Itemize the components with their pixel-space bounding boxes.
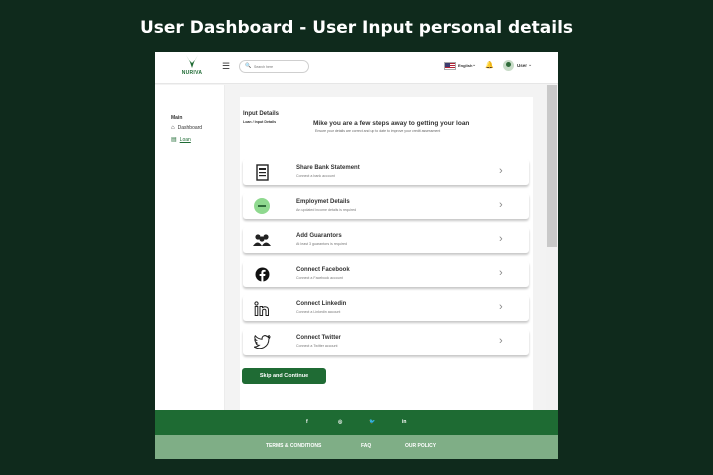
sidebar-item-label: Loan [179, 136, 191, 143]
banner-title: User Dashboard - User Input personal det… [139, 18, 574, 38]
faq-link[interactable]: FAQ [361, 443, 371, 449]
chevron-down-icon[interactable]: ⌄ [472, 62, 476, 68]
row-employment-details[interactable]: Employmet Details An updated income deta… [243, 193, 529, 219]
row-connect-linkedin[interactable]: Connect Linkedin Connect a Linkedin acco… [243, 295, 529, 321]
chevron-right-icon[interactable]: › [499, 267, 503, 279]
twitter-footer-icon[interactable]: 🐦 [369, 419, 375, 425]
app-window: NURIVA ☰ 🔍 English ⌄ 🔔 User ⌄ Main ⌂ Das… [155, 52, 558, 459]
page-title: Input Details [243, 111, 280, 117]
chevron-right-icon[interactable]: › [499, 335, 503, 347]
sidebar-section-main: Main [171, 115, 183, 121]
us-flag-icon[interactable] [444, 62, 456, 70]
row-connect-facebook[interactable]: Connect Facebook Connect a Facebook acco… [243, 261, 529, 287]
scrollbar[interactable] [546, 85, 558, 410]
row-title: Employmet Details [296, 199, 350, 205]
top-bar: NURIVA ☰ 🔍 English ⌄ 🔔 User ⌄ [155, 52, 558, 84]
linkedin-footer-icon[interactable]: in [402, 419, 406, 425]
footer-social-bar: f ◎ 🐦 in [155, 410, 558, 435]
chevron-down-icon[interactable]: ⌄ [528, 62, 532, 68]
skip-and-continue-button[interactable]: Skip and Continue [242, 368, 326, 384]
home-icon: ⌂ [171, 125, 175, 131]
linkedin-icon [253, 299, 271, 317]
chevron-right-icon[interactable]: › [499, 199, 503, 211]
logo-text: NURIVA [181, 70, 203, 76]
row-subtitle: Connect a Facebook account [296, 276, 343, 280]
sidebar-item-label: Dashboard [177, 125, 203, 131]
terms-link[interactable]: TERMS & CONDITIONS [266, 443, 321, 449]
document-icon: ▤ [171, 137, 177, 143]
language-label[interactable]: English [458, 63, 472, 68]
row-title: Connect Facebook [296, 267, 350, 273]
chevron-right-icon[interactable]: › [499, 165, 503, 177]
subline: Ensure your details are correct and up t… [315, 129, 441, 133]
row-subtitle: At least 3 guarantors is required [296, 242, 347, 246]
scrollbar-thumb[interactable] [547, 85, 557, 247]
row-bank-statement[interactable]: Share Bank Statement Connect a bank acco… [243, 159, 529, 185]
sidebar: Main ⌂ Dashboard ▤ Loan [155, 85, 225, 410]
chevron-right-icon[interactable]: › [499, 233, 503, 245]
employment-icon [253, 197, 271, 215]
row-title: Share Bank Statement [296, 165, 360, 171]
facebook-footer-icon[interactable]: f [306, 419, 308, 425]
antelope-logo-icon [186, 55, 198, 68]
headline: Mike you are a few steps away to getting… [313, 120, 470, 127]
search-box[interactable]: 🔍 [239, 60, 309, 73]
policy-link[interactable]: OUR POLICY [405, 443, 436, 449]
sidebar-item-dashboard[interactable]: ⌂ Dashboard [171, 125, 202, 131]
row-subtitle: Connect a Linkedin account [296, 310, 341, 314]
breadcrumb: Loan / Input Details [243, 120, 277, 124]
sidebar-item-loan[interactable]: ▤ Loan [171, 136, 191, 144]
search-input[interactable] [254, 62, 306, 71]
row-title: Connect Linkedin [296, 301, 347, 307]
menu-icon[interactable]: ☰ [222, 61, 230, 72]
user-label[interactable]: User [517, 63, 527, 68]
bell-icon[interactable]: 🔔 [485, 61, 494, 69]
chevron-right-icon[interactable]: › [499, 301, 503, 313]
logo[interactable]: NURIVA [177, 55, 207, 76]
row-title: Connect Twitter [296, 335, 341, 341]
row-subtitle: Connect a bank account [296, 174, 335, 178]
row-add-guarantors[interactable]: Add Guarantors At least 3 guarantors is … [243, 227, 529, 253]
row-connect-twitter[interactable]: Connect Twitter Connect a Twitter accoun… [243, 329, 529, 355]
row-subtitle: Connect a Twitter account [296, 344, 338, 348]
input-details-card: Input Details Loan / Input Details Mike … [240, 97, 533, 412]
footer-links-bar: TERMS & CONDITIONS FAQ OUR POLICY [155, 435, 558, 459]
bank-statement-icon [253, 163, 271, 181]
guarantors-icon [253, 231, 271, 249]
row-subtitle: An updated income details is required [296, 208, 357, 212]
avatar[interactable] [503, 60, 514, 71]
row-title: Add Guarantors [296, 233, 342, 239]
search-icon: 🔍 [245, 63, 252, 69]
instagram-footer-icon[interactable]: ◎ [338, 419, 342, 425]
facebook-icon [253, 265, 271, 283]
twitter-icon [253, 333, 271, 351]
